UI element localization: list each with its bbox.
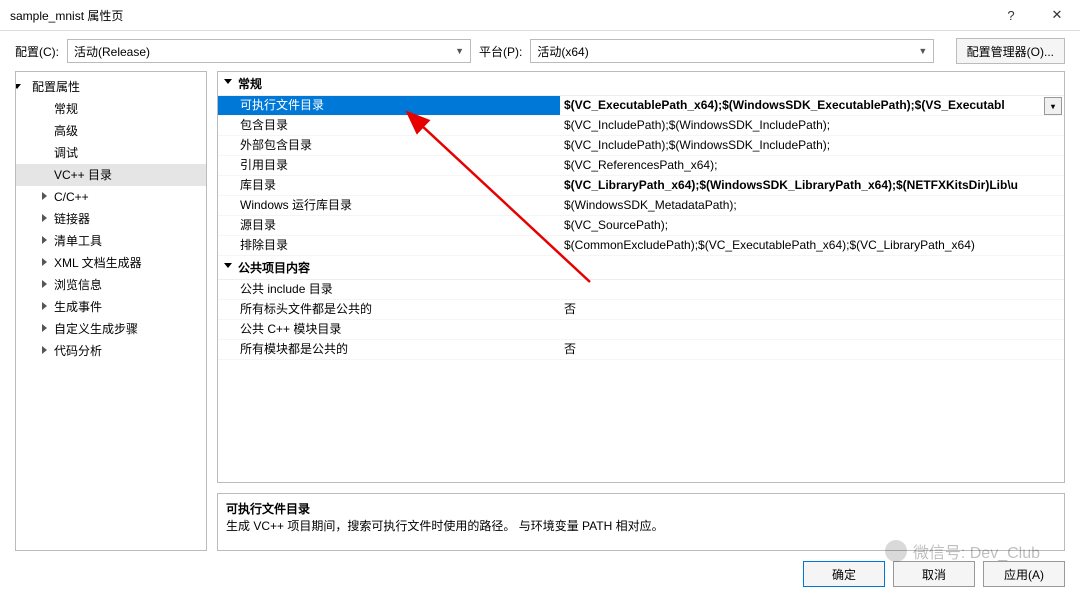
config-manager-button[interactable]: 配置管理器(O)... xyxy=(956,38,1065,64)
grid-row-key: 源目录 xyxy=(218,216,560,235)
apply-button[interactable]: 应用(A) xyxy=(983,561,1065,587)
grid-row-value[interactable]: 否 xyxy=(560,340,1064,359)
grid-row[interactable]: 源目录$(VC_SourcePath); xyxy=(218,216,1064,236)
grid-row-key: Windows 运行库目录 xyxy=(218,196,560,215)
property-tree[interactable]: 配置属性 常规高级调试VC++ 目录C/C++链接器清单工具XML 文档生成器浏… xyxy=(15,71,207,551)
grid-row-key: 公共 C++ 模块目录 xyxy=(218,320,560,339)
grid-row-value[interactable]: $(VC_LibraryPath_x64);$(WindowsSDK_Libra… xyxy=(560,176,1064,195)
grid-row-value[interactable]: $(WindowsSDK_MetadataPath); xyxy=(560,196,1064,215)
grid-row-key: 所有标头文件都是公共的 xyxy=(218,300,560,319)
config-combo[interactable]: 活动(Release) ▼ xyxy=(67,39,471,63)
tree-root-label: 配置属性 xyxy=(32,80,80,94)
config-label: 配置(C): xyxy=(15,43,59,60)
grid-row[interactable]: 所有模块都是公共的否 xyxy=(218,340,1064,360)
grid-group-header[interactable]: 常规 xyxy=(218,72,1064,96)
description-text: 生成 VC++ 项目期间，搜索可执行文件时使用的路径。 与环境变量 PATH 相… xyxy=(226,517,1056,534)
tree-item[interactable]: C/C++ xyxy=(16,186,206,208)
tree-item[interactable]: 链接器 xyxy=(16,208,206,230)
description-title: 可执行文件目录 xyxy=(226,500,1056,517)
grid-row[interactable]: 引用目录$(VC_ReferencesPath_x64); xyxy=(218,156,1064,176)
description-panel: 可执行文件目录 生成 VC++ 项目期间，搜索可执行文件时使用的路径。 与环境变… xyxy=(217,493,1065,551)
platform-combo[interactable]: 活动(x64) ▼ xyxy=(530,39,934,63)
tree-item[interactable]: 代码分析 xyxy=(16,340,206,362)
dialog-footer: 确定 取消 应用(A) xyxy=(0,551,1080,597)
tree-item[interactable]: XML 文档生成器 xyxy=(16,252,206,274)
grid-row-key: 引用目录 xyxy=(218,156,560,175)
grid-row-key: 包含目录 xyxy=(218,116,560,135)
grid-row[interactable]: 公共 include 目录 xyxy=(218,280,1064,300)
grid-row-key: 排除目录 xyxy=(218,236,560,255)
tree-item[interactable]: 高级 xyxy=(16,120,206,142)
grid-row-value[interactable]: $(VC_ReferencesPath_x64); xyxy=(560,156,1064,175)
grid-row-value[interactable]: 否 xyxy=(560,300,1064,319)
close-button[interactable]: ✕ xyxy=(1034,0,1080,30)
chevron-down-icon: ▼ xyxy=(918,46,927,56)
tree-item[interactable]: 清单工具 xyxy=(16,230,206,252)
chevron-down-icon xyxy=(15,84,21,89)
grid-row-value[interactable] xyxy=(560,320,1064,339)
help-button[interactable]: ? xyxy=(988,0,1034,30)
tree-item[interactable]: 调试 xyxy=(16,142,206,164)
tree-item[interactable]: 生成事件 xyxy=(16,296,206,318)
platform-value: 活动(x64) xyxy=(537,43,918,60)
tree-item[interactable]: 常规 xyxy=(16,98,206,120)
ok-button[interactable]: 确定 xyxy=(803,561,885,587)
dropdown-icon[interactable]: ▾ xyxy=(1044,97,1062,115)
tree-item[interactable]: VC++ 目录 xyxy=(16,164,206,186)
tree-item[interactable]: 自定义生成步骤 xyxy=(16,318,206,340)
grid-row-key: 公共 include 目录 xyxy=(218,280,560,299)
toolbar: 配置(C): 活动(Release) ▼ 平台(P): 活动(x64) ▼ 配置… xyxy=(0,31,1080,71)
grid-row-key: 所有模块都是公共的 xyxy=(218,340,560,359)
grid-row-value[interactable]: $(VC_IncludePath);$(WindowsSDK_IncludePa… xyxy=(560,116,1064,135)
titlebar: sample_mnist 属性页 ? ✕ xyxy=(0,0,1080,31)
grid-row[interactable]: Windows 运行库目录$(WindowsSDK_MetadataPath); xyxy=(218,196,1064,216)
grid-row-key: 库目录 xyxy=(218,176,560,195)
platform-label: 平台(P): xyxy=(479,43,522,60)
property-right: 常规可执行文件目录$(VC_ExecutablePath_x64);$(Wind… xyxy=(217,71,1065,551)
grid-row-value[interactable] xyxy=(560,280,1064,299)
grid-row[interactable]: 库目录$(VC_LibraryPath_x64);$(WindowsSDK_Li… xyxy=(218,176,1064,196)
grid-row[interactable]: 外部包含目录$(VC_IncludePath);$(WindowsSDK_Inc… xyxy=(218,136,1064,156)
tree-root[interactable]: 配置属性 xyxy=(16,76,206,98)
config-value: 活动(Release) xyxy=(74,43,455,60)
grid-row[interactable]: 包含目录$(VC_IncludePath);$(WindowsSDK_Inclu… xyxy=(218,116,1064,136)
grid-row-value[interactable]: $(VC_SourcePath); xyxy=(560,216,1064,235)
grid-row-value[interactable]: $(CommonExcludePath);$(VC_ExecutablePath… xyxy=(560,236,1064,255)
grid-row-key: 可执行文件目录 xyxy=(218,96,560,115)
chevron-down-icon: ▼ xyxy=(455,46,464,56)
grid-row-value[interactable]: $(VC_IncludePath);$(WindowsSDK_IncludePa… xyxy=(560,136,1064,155)
grid-group-header[interactable]: 公共项目内容 xyxy=(218,256,1064,280)
grid-row[interactable]: 排除目录$(CommonExcludePath);$(VC_Executable… xyxy=(218,236,1064,256)
grid-row[interactable]: 可执行文件目录$(VC_ExecutablePath_x64);$(Window… xyxy=(218,96,1064,116)
body: 配置属性 常规高级调试VC++ 目录C/C++链接器清单工具XML 文档生成器浏… xyxy=(0,71,1080,551)
window-title: sample_mnist 属性页 xyxy=(10,7,988,24)
grid-row-key: 外部包含目录 xyxy=(218,136,560,155)
grid-row[interactable]: 公共 C++ 模块目录 xyxy=(218,320,1064,340)
grid-row[interactable]: 所有标头文件都是公共的否 xyxy=(218,300,1064,320)
tree-item[interactable]: 浏览信息 xyxy=(16,274,206,296)
grid-row-value[interactable]: $(VC_ExecutablePath_x64);$(WindowsSDK_Ex… xyxy=(560,96,1064,115)
property-grid[interactable]: 常规可执行文件目录$(VC_ExecutablePath_x64);$(Wind… xyxy=(217,71,1065,483)
cancel-button[interactable]: 取消 xyxy=(893,561,975,587)
